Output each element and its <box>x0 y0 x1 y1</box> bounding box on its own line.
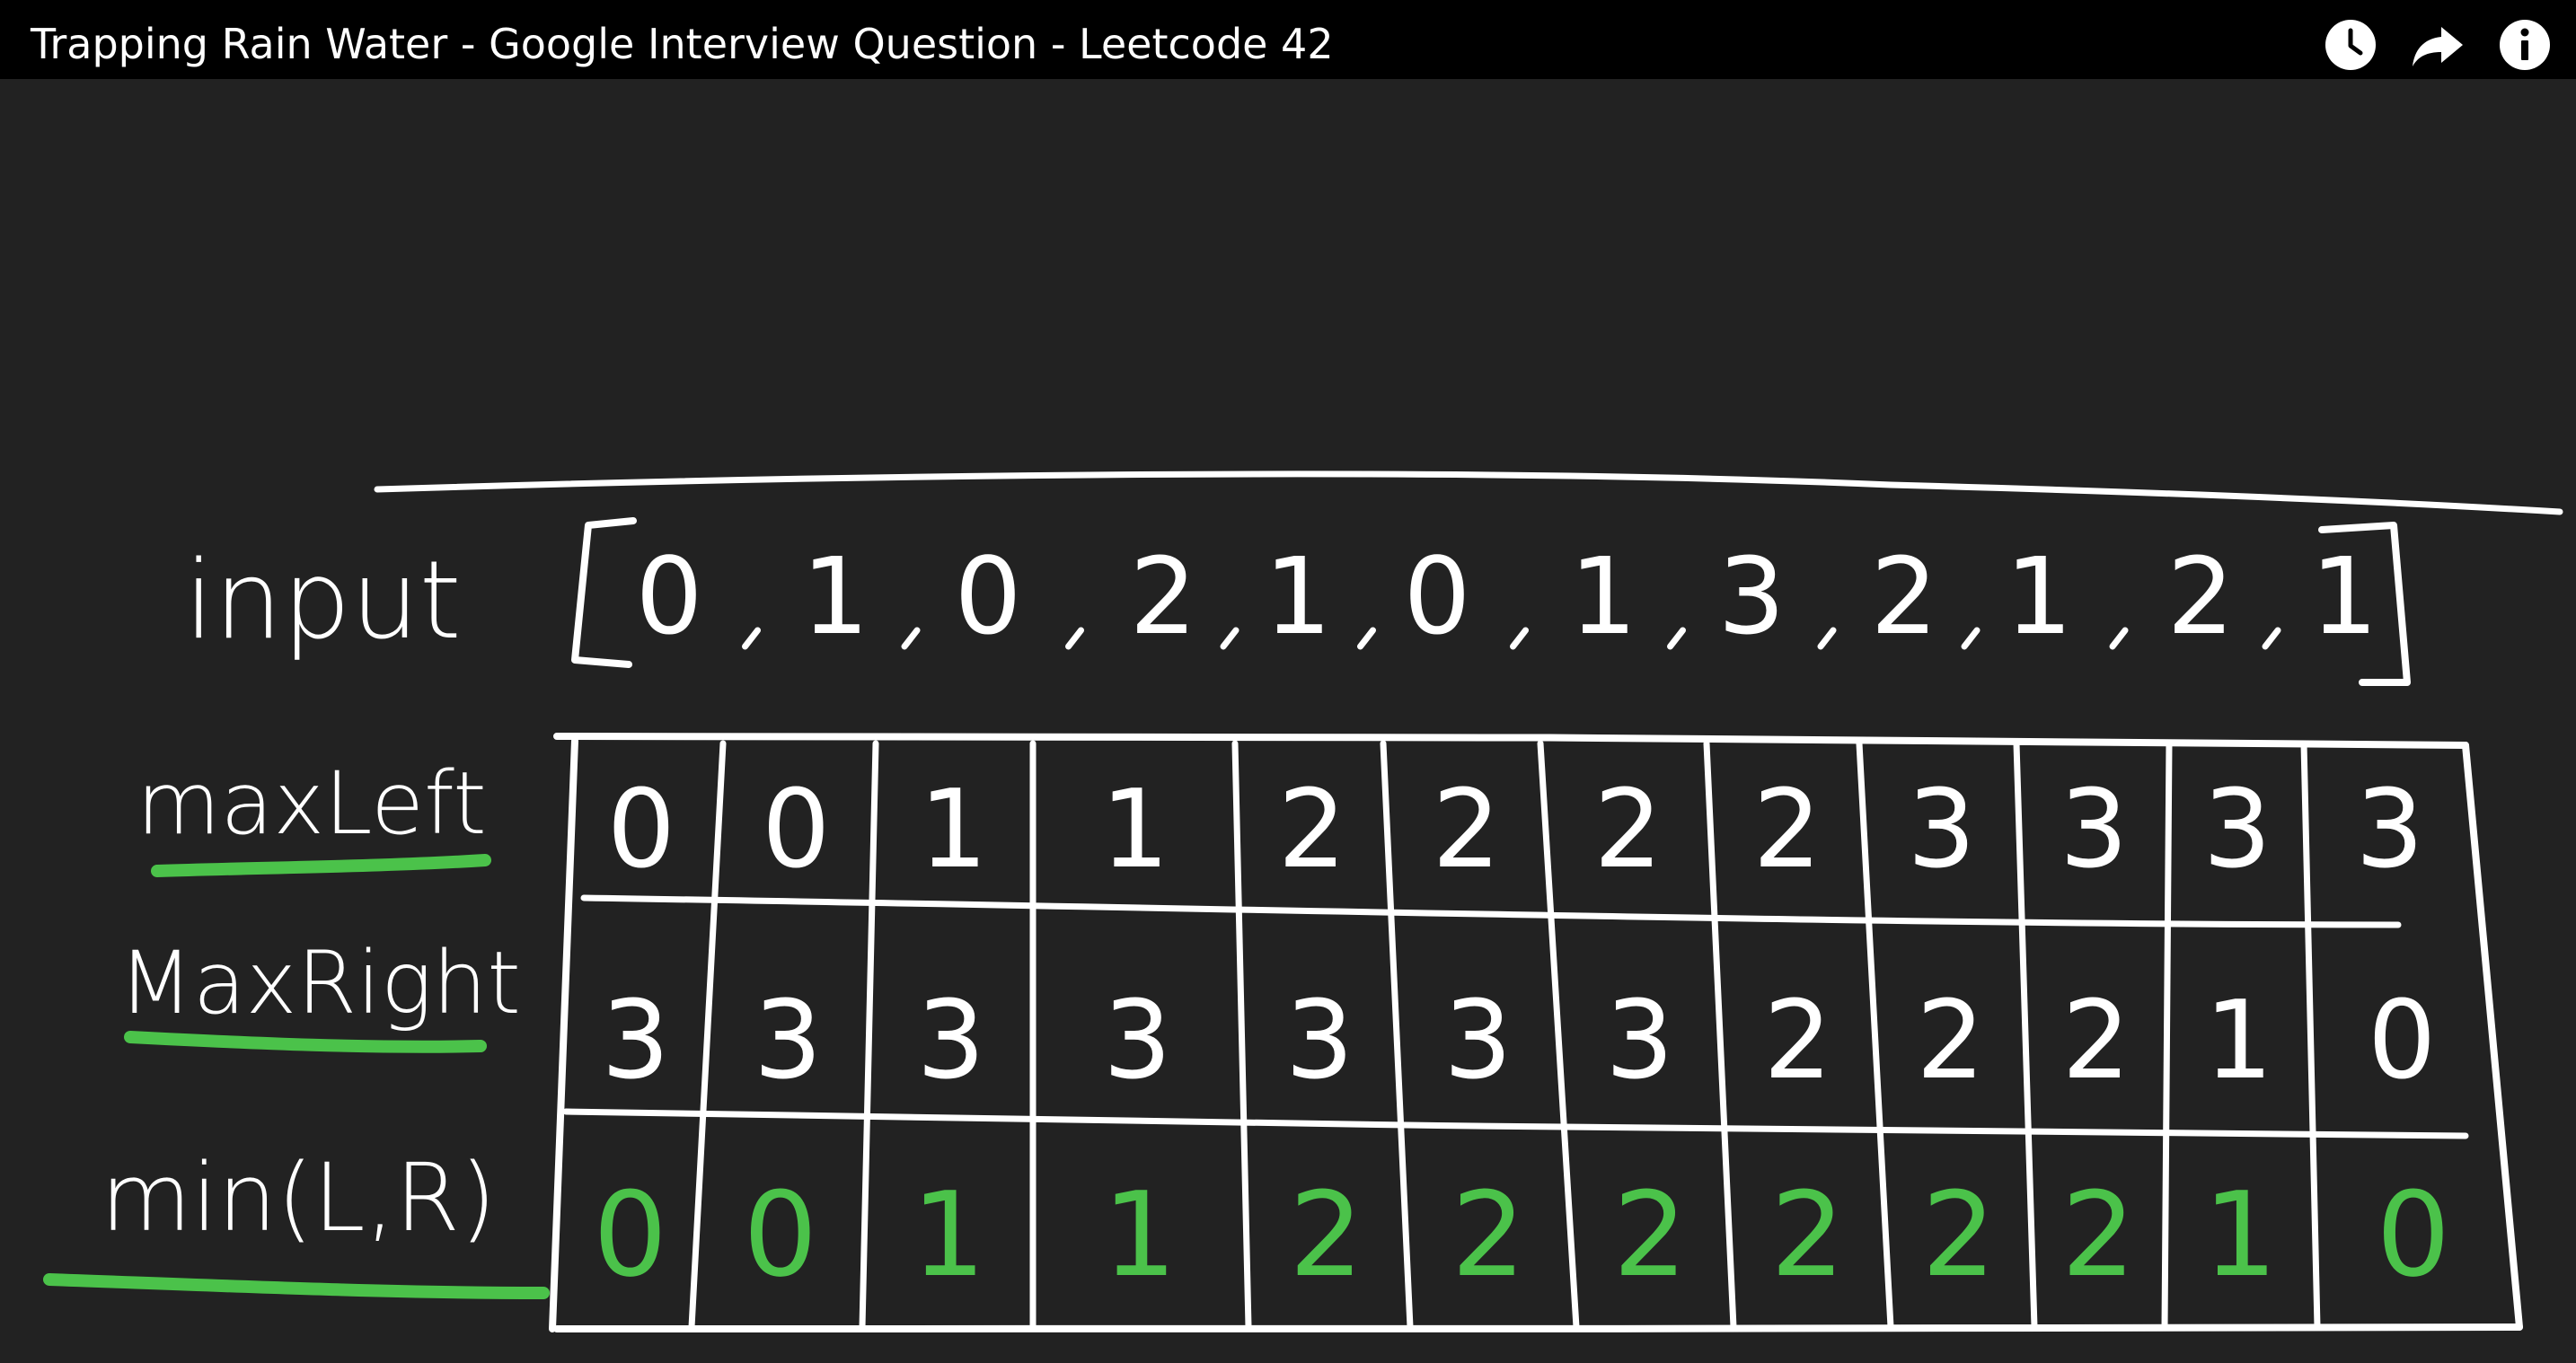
max-right-value: 3 <box>1605 979 1673 1104</box>
input-value: 1 <box>2005 534 2072 658</box>
table-column-divider <box>1856 740 1894 1331</box>
max-left-value: 2 <box>1753 768 1822 893</box>
max-right-value: 1 <box>2204 979 2272 1104</box>
min-value: 2 <box>2061 1166 2136 1303</box>
input-value: 1 <box>2310 534 2378 658</box>
table-column-divider <box>688 740 727 1331</box>
max-left-value: 3 <box>2203 768 2272 893</box>
max-left-value: 0 <box>762 768 830 893</box>
table-column-divider <box>2013 740 2038 1331</box>
max-left-label: maxLeft <box>137 753 487 854</box>
table-row-divider-1 <box>580 894 2402 928</box>
max-left-value: 2 <box>1433 768 1501 893</box>
max-left-value: 0 <box>607 768 675 893</box>
table-column-divider <box>1380 740 1414 1331</box>
max-right-value: 0 <box>2368 979 2436 1104</box>
min-value: 2 <box>1921 1166 1996 1303</box>
min-value: 0 <box>2376 1166 2450 1303</box>
input-value: 2 <box>1129 534 1196 658</box>
min-value: 2 <box>1770 1166 1845 1303</box>
input-comma <box>1817 627 1837 650</box>
min-value: 0 <box>593 1166 667 1303</box>
input-comma <box>1357 627 1376 650</box>
input-value: 1 <box>1569 534 1636 658</box>
input-value: 1 <box>1264 534 1331 658</box>
max-right-value: 3 <box>916 979 984 1104</box>
min-value: 1 <box>2203 1166 2278 1303</box>
max-right-value: 3 <box>754 979 822 1104</box>
input-value: 0 <box>635 534 702 658</box>
max-left-value: 2 <box>1278 768 1346 893</box>
max-right-value: 2 <box>2062 979 2130 1104</box>
max-left-row: 001122223333 <box>607 768 2424 893</box>
input-comma <box>1220 627 1239 650</box>
table-column-divider <box>2300 740 2321 1331</box>
min-underline <box>43 1273 550 1299</box>
input-value: 3 <box>1717 534 1785 658</box>
table-row-divider-2 <box>562 1108 2469 1139</box>
input-comma <box>1065 627 1084 650</box>
min-value: 2 <box>1289 1166 1363 1303</box>
input-left-bracket <box>571 517 637 668</box>
max-right-label: MaxRight <box>119 933 521 1033</box>
input-comma <box>742 627 761 650</box>
input-value: 0 <box>954 534 1021 658</box>
table-right-border <box>2462 742 2523 1331</box>
max-right-value: 2 <box>1916 979 1984 1104</box>
max-right-value: 3 <box>1443 979 1512 1104</box>
max-left-value: 3 <box>2355 768 2423 893</box>
input-label: input <box>184 539 462 664</box>
max-left-value: 2 <box>1594 768 1663 893</box>
table-bottom-border <box>553 1323 2523 1332</box>
input-comma <box>2262 627 2281 650</box>
min-value: 2 <box>1451 1166 1526 1303</box>
max-right-row: 333333322210 <box>601 979 2436 1104</box>
min-label: min(L,R) <box>101 1143 497 1253</box>
max-right-value: 3 <box>1103 979 1171 1104</box>
input-value: 2 <box>2166 534 2234 658</box>
table-column-divider <box>1537 740 1580 1331</box>
input-comma <box>1667 627 1686 650</box>
input-value: 0 <box>1403 534 1470 658</box>
min-value: 2 <box>1613 1166 1688 1303</box>
whiteboard: input maxLeft MaxRight min(L,R) 01021013… <box>43 470 2563 1332</box>
input-comma <box>2109 627 2129 650</box>
top-rule-line <box>374 470 2563 515</box>
max-left-value: 3 <box>2060 768 2128 893</box>
input-values: 010210132121 <box>635 534 2378 658</box>
min-value: 1 <box>912 1166 986 1303</box>
table-column-divider <box>1231 740 1252 1331</box>
table-column-divider <box>859 740 879 1331</box>
table-top-border <box>553 732 2469 749</box>
min-value: 0 <box>743 1166 817 1303</box>
max-right-value: 3 <box>601 979 669 1104</box>
input-value: 2 <box>1870 534 1937 658</box>
max-left-value: 3 <box>1907 768 1975 893</box>
input-comma <box>1961 627 1981 650</box>
max-left-value: 1 <box>1100 768 1169 893</box>
max-right-value: 2 <box>1763 979 1831 1104</box>
input-comma <box>1510 627 1529 650</box>
max-left-underline <box>151 854 491 877</box>
table-column-divider <box>2161 740 2173 1331</box>
min-value: 1 <box>1103 1166 1178 1303</box>
max-right-underline <box>124 1031 487 1053</box>
table-left-border <box>549 737 578 1332</box>
input-value: 1 <box>801 534 869 658</box>
min-row: 001122222210 <box>593 1166 2450 1303</box>
input-comma <box>901 627 921 650</box>
video-player[interactable]: Trapping Rain Water - Google Interview Q… <box>0 0 2576 1363</box>
max-right-value: 3 <box>1285 979 1354 1104</box>
max-left-value: 1 <box>919 768 987 893</box>
table-column-divider <box>1703 740 1737 1331</box>
